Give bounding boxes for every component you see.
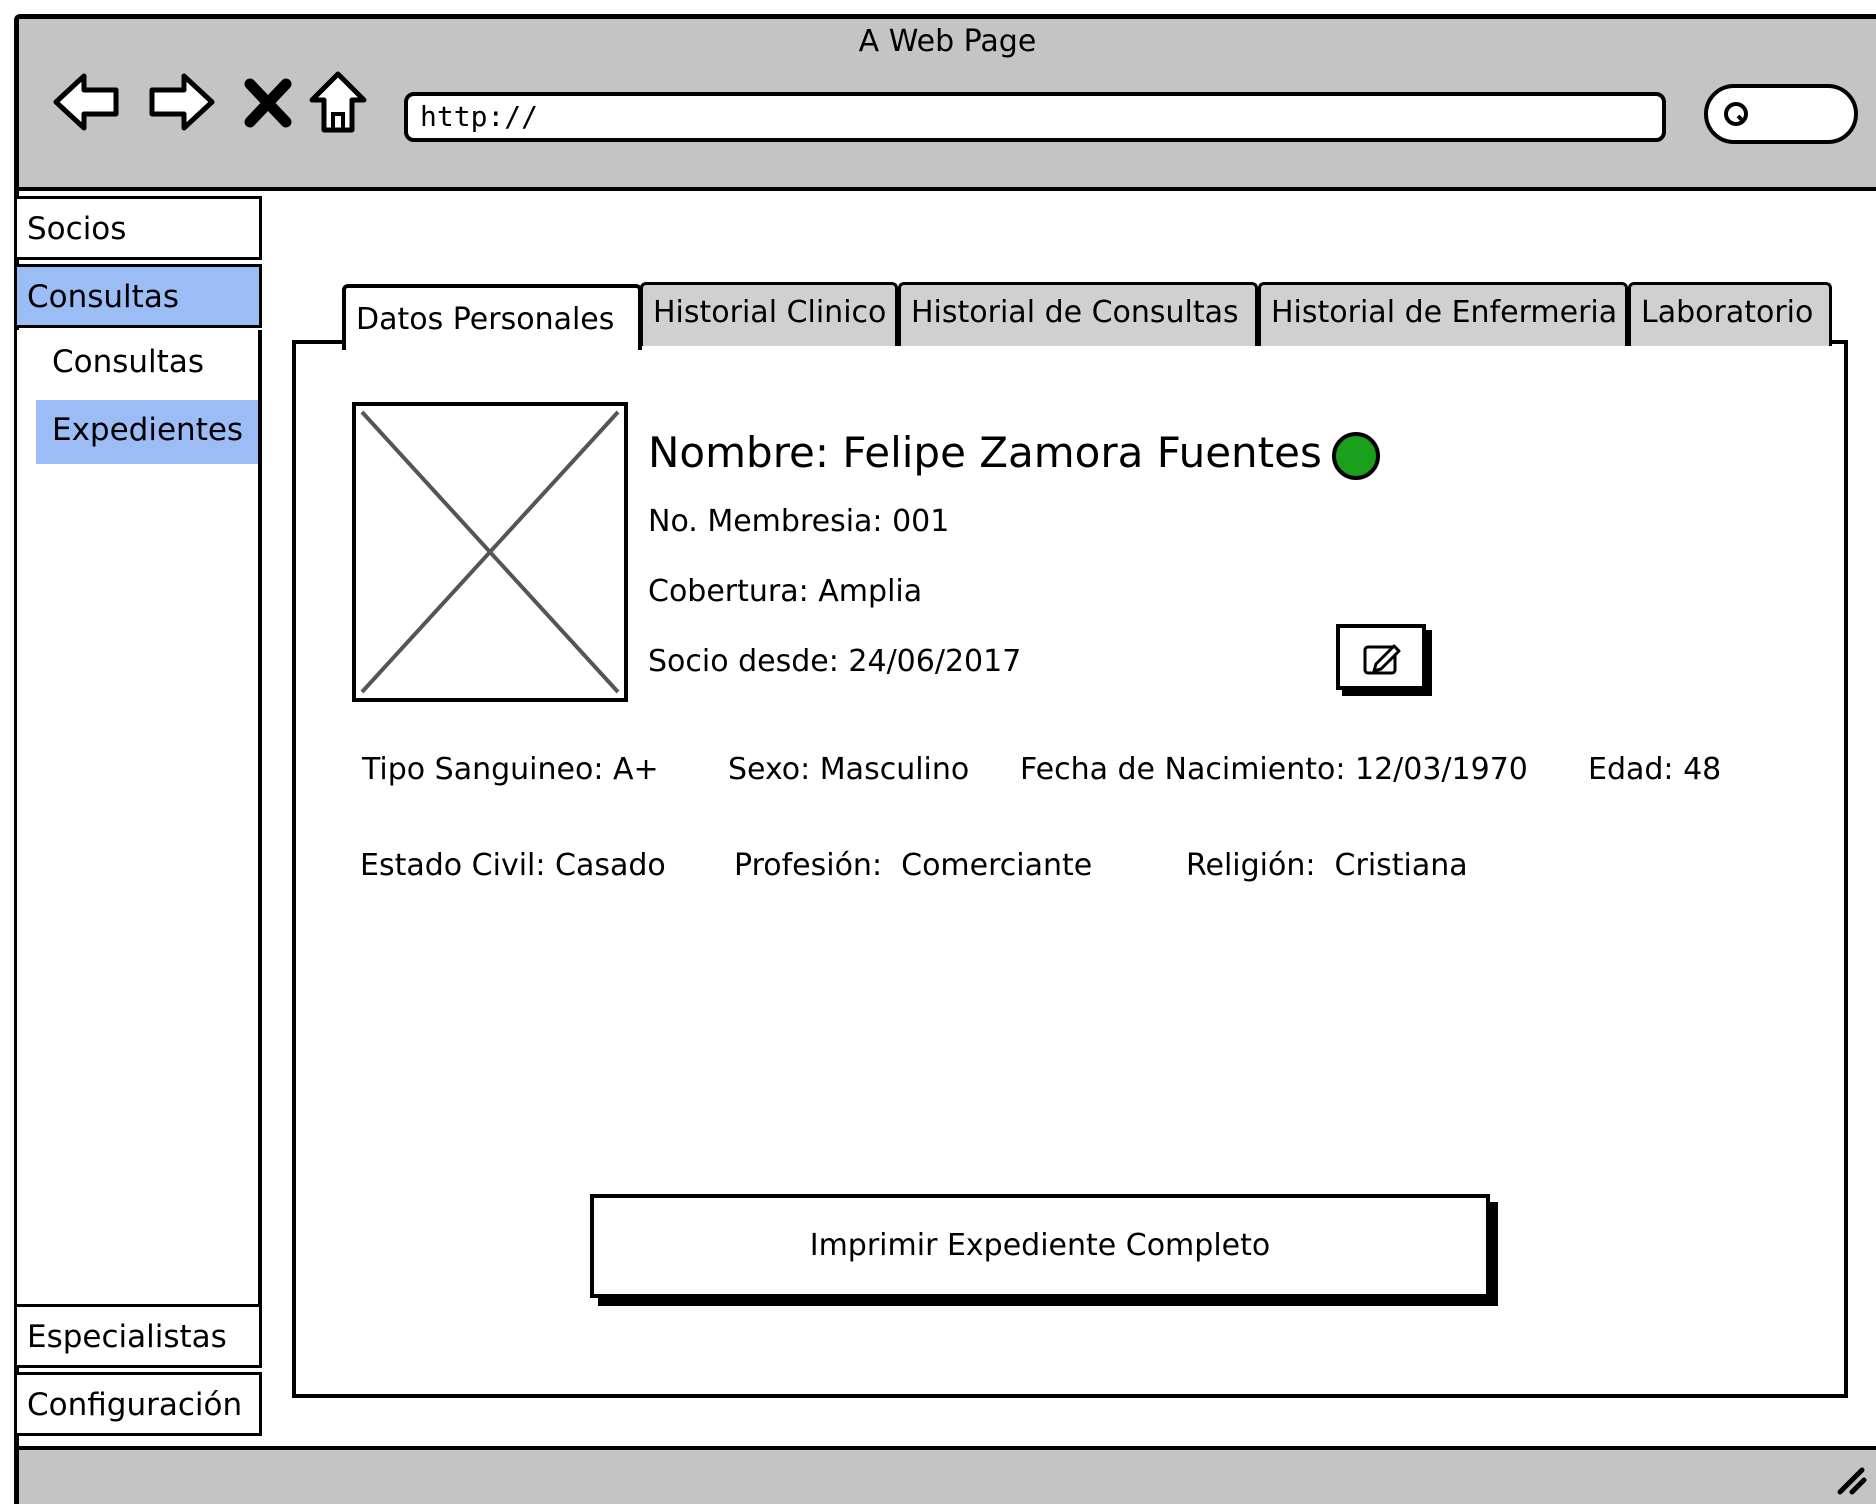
tab-historial-clinico[interactable]: Historial Clinico bbox=[640, 282, 898, 346]
print-record-button[interactable]: Imprimir Expediente Completo bbox=[590, 1194, 1490, 1298]
edit-icon bbox=[1363, 644, 1401, 675]
sidebar-item-especialistas[interactable]: Especialistas bbox=[14, 1304, 262, 1368]
marital-status: Estado Civil: Casado bbox=[360, 848, 666, 883]
member-since: Socio desde: 24/06/2017 bbox=[648, 644, 1022, 679]
tab-historial-enfermeria[interactable]: Historial de Enfermeria bbox=[1258, 282, 1628, 346]
sidebar-item-socios[interactable]: Socios bbox=[14, 196, 262, 260]
sidebar-item-configuracion[interactable]: Configuración bbox=[14, 1372, 262, 1436]
search-input[interactable] bbox=[1704, 84, 1858, 144]
stop-icon[interactable] bbox=[238, 66, 298, 138]
search-icon bbox=[1724, 102, 1748, 126]
home-icon[interactable] bbox=[306, 66, 370, 138]
sidebar-subitem-consultas[interactable]: Consultas bbox=[36, 332, 258, 396]
back-icon[interactable] bbox=[50, 66, 122, 138]
profession: Profesión: Comerciante bbox=[734, 848, 1093, 883]
status-bar bbox=[14, 1446, 1876, 1504]
url-input[interactable]: http:// bbox=[404, 92, 1666, 142]
blood-type: Tipo Sanguineo: A+ bbox=[362, 752, 659, 787]
sex: Sexo: Masculino bbox=[728, 752, 970, 787]
age: Edad: 48 bbox=[1588, 752, 1722, 787]
sidebar-item-consultas[interactable]: Consultas bbox=[14, 264, 262, 328]
forward-icon[interactable] bbox=[146, 66, 218, 138]
window-title: A Web Page bbox=[858, 24, 1037, 59]
birth-date: Fecha de Nacimiento: 12/03/1970 bbox=[1020, 752, 1528, 787]
photo-placeholder bbox=[352, 402, 628, 702]
religion: Religión: Cristiana bbox=[1186, 848, 1468, 883]
resize-grip-icon[interactable] bbox=[1832, 1460, 1868, 1496]
edit-button[interactable] bbox=[1336, 624, 1426, 690]
patient-name: Nombre: Felipe Zamora Fuentes bbox=[648, 428, 1322, 477]
sidebar-panel bbox=[14, 330, 262, 1306]
membership-number: No. Membresia: 001 bbox=[648, 504, 950, 539]
sidebar-subitem-expedientes[interactable]: Expedientes bbox=[36, 400, 258, 464]
tab-datos-personales[interactable]: Datos Personales bbox=[342, 284, 642, 350]
coverage: Cobertura: Amplia bbox=[648, 574, 923, 609]
tab-laboratorio[interactable]: Laboratorio bbox=[1628, 282, 1832, 346]
tab-historial-consultas[interactable]: Historial de Consultas bbox=[898, 282, 1258, 346]
status-indicator bbox=[1332, 432, 1380, 480]
